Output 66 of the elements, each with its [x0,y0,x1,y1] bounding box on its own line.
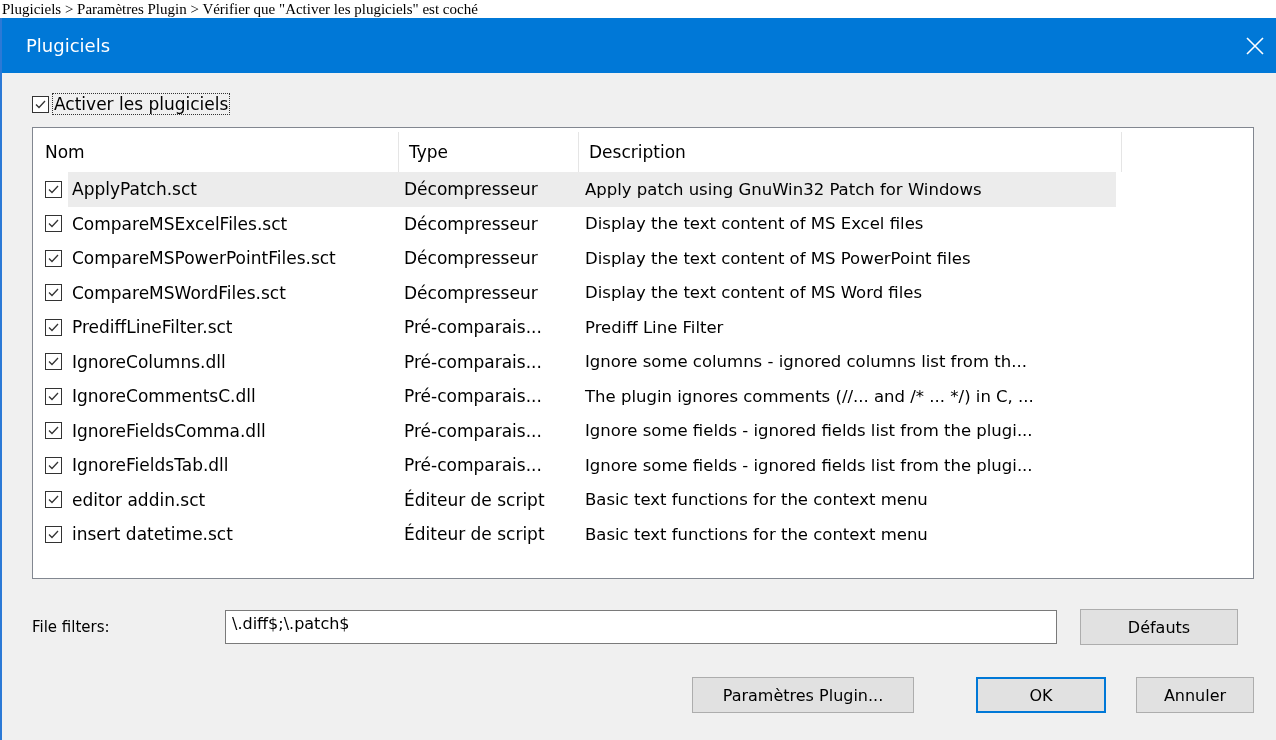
table-cell-text: Display the text content of MS Excel files [584,214,925,234]
field-label: File filters: [32,618,111,636]
dialog-button[interactable]: Annuler [1136,677,1254,713]
dialog-button[interactable]: OK [976,677,1106,713]
checkbox[interactable] [45,180,62,198]
list-row[interactable]: IgnoreColumns.dll Pré-comparais... Ignore some columns - ignored columns list from th... [68,344,1116,379]
dialog-button[interactable]: Paramètres Plugin... [692,677,914,713]
table-cell-text: Éditeur de script [403,524,546,545]
table-cell-text: Pré-comparais... [403,317,543,338]
table-cell-text: Éditeur de script [403,489,546,510]
table-cell-text: Décompresseur [403,213,539,234]
checkbox[interactable] [45,387,62,405]
checkbox[interactable] [45,284,62,302]
list-row[interactable]: IgnoreFieldsTab.dll Pré-comparais... Ignore some fields - ignored fields list from the plugi... [68,448,1116,483]
table-cell-text: IgnoreCommentsC.dll [71,386,257,407]
table-cell-text: Display the text content of MS PowerPoint files [584,248,972,268]
checkbox[interactable] [45,215,62,233]
table-cell-text: Prediff Line Filter [584,317,725,337]
table-cell-text: Ignore some fields - ignored fields list from the plugi... [584,455,1034,475]
list-row[interactable]: ApplyPatch.sct Décompresseur Apply patch using GnuWin32 Patch for Windows [68,172,1116,207]
table-cell-text: Basic text functions for the context menu [584,524,929,544]
table-cell-text: IgnoreColumns.dll [71,351,227,372]
checkbox[interactable] [45,249,62,267]
table-cell-text: CompareMSPowerPointFiles.sct [71,248,337,269]
table-cell-text: Pré-comparais... [403,455,543,476]
list-row[interactable]: IgnoreFieldsComma.dll Pré-comparais... Ignore some fields - ignored fields list from the plugi... [68,413,1116,448]
table-cell-text: Décompresseur [403,282,539,303]
checkbox[interactable] [45,456,62,474]
table-cell-text: insert datetime.sct [71,524,234,545]
table-cell-text: Ignore some columns - ignored columns list from th... [584,352,1028,372]
checkbox[interactable] [45,525,62,543]
checkbox[interactable] [45,318,62,336]
list-row[interactable]: CompareMSPowerPointFiles.sct Décompresseur Display the text content of MS PowerPoint files [68,241,1116,276]
list-row[interactable]: CompareMSWordFiles.sct Décompresseur Display the text content of MS Word files [68,275,1116,310]
table-cell-text: Display the text content of MS Word files [584,283,924,303]
table-cell-text: Basic text functions for the context menu [584,490,929,510]
input-field[interactable]: \.diff$;\.patch$ [225,610,1057,644]
defaults-button[interactable]: Défauts [1080,609,1238,645]
checkbox[interactable] [45,353,62,371]
caption-text: Plugiciels > Paramètres Plugin > Vérifier que "Activer les plugiciels" est coché [1,0,479,18]
table-cell-text: CompareMSWordFiles.sct [71,282,287,303]
checkbox[interactable] [45,491,62,509]
list-row[interactable]: IgnoreCommentsC.dll Pré-comparais... The plugin ignores comments (//... and /* ... */) in C, ... [68,379,1116,414]
list-row[interactable]: PrediffLineFilter.sct Pré-comparais... Prediff Line Filter [68,310,1116,345]
checkbox[interactable] [45,422,62,440]
table-cell-text: The plugin ignores comments (//... and /* ... */) in C, ... [584,386,1035,406]
table-cell-text: PrediffLineFilter.sct [71,317,234,338]
table-cell-text: Apply patch using GnuWin32 Patch for Windows [584,179,983,199]
checkbox[interactable] [32,95,49,113]
table-cell-text: Décompresseur [403,179,539,200]
table-cell-text: Pré-comparais... [403,420,543,441]
table-cell-text: CompareMSExcelFiles.sct [71,213,289,234]
table-cell-text: Décompresseur [403,248,539,269]
checkbox-label[interactable]: Activer les plugiciels [52,93,231,115]
list-row[interactable]: insert datetime.sct Éditeur de script Basic text functions for the context menu [68,517,1116,552]
list-row[interactable]: CompareMSExcelFiles.sct Décompresseur Display the text content of MS Excel files [68,206,1116,241]
table-cell-text: IgnoreFieldsTab.dll [71,455,230,476]
list-row[interactable]: editor addin.sct Éditeur de script Basic text functions for the context menu [68,482,1116,517]
table-cell-text: IgnoreFieldsComma.dll [71,420,267,441]
table-cell-text: editor addin.sct [71,489,207,510]
window-title: Plugiciels [26,35,111,56]
close-icon[interactable] [1246,36,1264,55]
table-cell-text: Ignore some fields - ignored fields list from the plugi... [584,421,1034,441]
table-cell-text: Pré-comparais... [403,351,543,372]
table-cell-text: Pré-comparais... [403,386,543,407]
table-cell-text: ApplyPatch.sct [71,179,198,200]
